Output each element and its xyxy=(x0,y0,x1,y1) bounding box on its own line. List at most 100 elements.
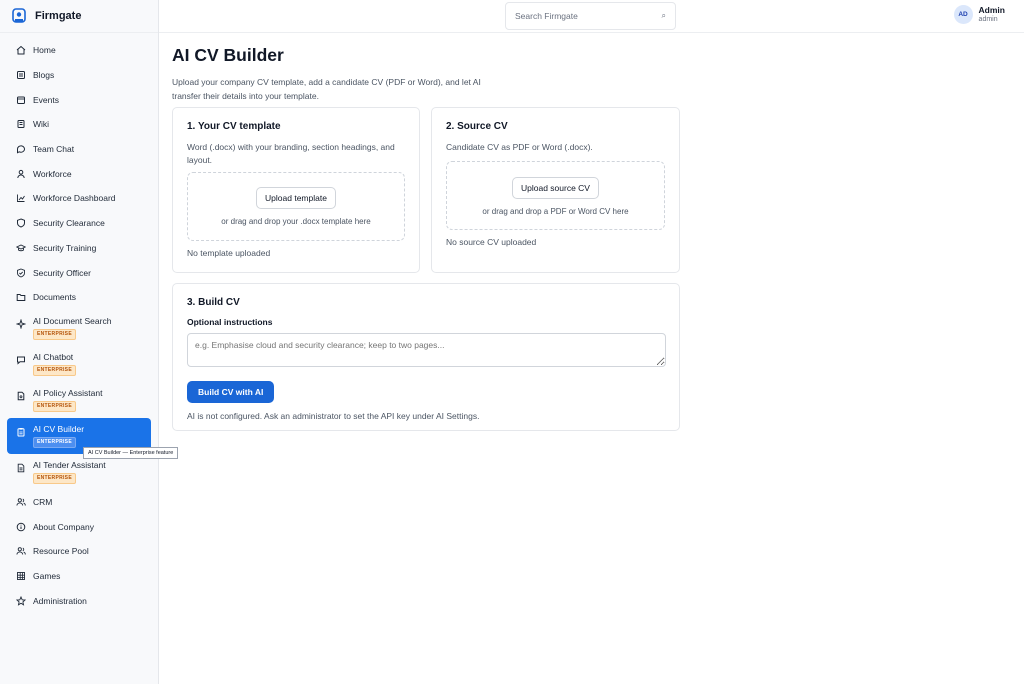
avatar: AD xyxy=(953,5,973,24)
sidebar-item-games[interactable]: Games xyxy=(7,564,151,589)
sidebar-item-label: Administration xyxy=(33,595,87,606)
source-card-title: 2. Source CV xyxy=(446,121,508,132)
sidebar-item-security-officer[interactable]: Security Officer xyxy=(7,260,151,285)
sidebar-item-label: Workforce Dashboard xyxy=(33,193,116,204)
sidebar-item-documents[interactable]: Documents xyxy=(7,285,151,310)
enterprise-badge: ENTERPRISE xyxy=(33,400,76,412)
source-status: No source CV uploaded xyxy=(446,236,537,247)
search-input[interactable]: Search Firmgate ⌕ xyxy=(505,2,676,30)
template-dropzone[interactable]: Upload template or drag and drop your .d… xyxy=(187,172,405,241)
person-icon xyxy=(16,169,26,179)
sidebar-item-events[interactable]: Events xyxy=(7,87,151,112)
main-content: AI CV Builder Upload your company CV tem… xyxy=(172,33,682,431)
sidebar-item-crm[interactable]: CRM xyxy=(7,490,151,515)
sidebar-item-home[interactable]: Home xyxy=(7,38,151,63)
template-card-title: 1. Your CV template xyxy=(187,121,281,132)
file-text-icon xyxy=(16,463,26,473)
clipboard-icon xyxy=(16,427,26,437)
instructions-textarea[interactable] xyxy=(187,333,666,367)
sidebar-item-label: About Company xyxy=(33,521,94,532)
users-icon xyxy=(16,546,26,556)
sidebar-item-about-company[interactable]: About Company xyxy=(7,514,151,539)
sidebar-item-ai-policy-assistant[interactable]: AI Policy Assistant ENTERPRISE xyxy=(7,382,151,418)
tooltip: AI CV Builder — Enterprise feature xyxy=(83,447,179,459)
source-dropzone-hint: or drag and drop a PDF or Word CV here xyxy=(482,206,629,216)
page-description: Upload your company CV template, add a c… xyxy=(172,77,481,101)
sidebar-item-security-clearance[interactable]: Security Clearance xyxy=(7,211,151,236)
template-dropzone-hint: or drag and drop your .docx template her… xyxy=(221,217,371,226)
calendar-icon xyxy=(16,95,26,105)
chat-icon xyxy=(16,144,26,154)
enterprise-badge: ENTERPRISE xyxy=(33,328,76,340)
sidebar-item-label: CRM xyxy=(33,496,53,507)
sidebar-item-label: Events xyxy=(33,94,59,105)
enterprise-badge: ENTERPRISE xyxy=(33,364,76,376)
page-title: AI CV Builder xyxy=(172,45,284,65)
upload-source-cv-button[interactable]: Upload source CV xyxy=(512,176,599,199)
source-card-description: Candidate CV as PDF or Word (.docx). xyxy=(446,142,593,152)
sidebar-item-label: AI Tender Assistant xyxy=(33,459,106,470)
sidebar-item-label: AI Chatbot xyxy=(33,351,74,362)
source-dropzone[interactable]: Upload source CV or drag and drop a PDF … xyxy=(446,160,665,230)
user-name: Admin xyxy=(978,5,1005,16)
sparkle-icon xyxy=(16,318,26,329)
sidebar-item-label: Security Officer xyxy=(33,267,91,278)
star-icon xyxy=(16,595,26,606)
sidebar-item-wiki[interactable]: Wiki xyxy=(7,112,151,137)
template-card: 1. Your CV template Word (.docx) with yo… xyxy=(172,107,420,273)
template-card-description: Word (.docx) with your branding, section… xyxy=(187,142,395,165)
sidebar-item-label: Games xyxy=(33,570,61,581)
topbar: Search Firmgate ⌕ AD Admin admin xyxy=(159,0,1024,33)
sidebar-item-label: Home xyxy=(33,45,56,56)
sidebar-item-label: Team Chat xyxy=(33,144,75,155)
sidebar-item-label: Documents xyxy=(33,292,76,303)
users-icon xyxy=(16,497,26,507)
sidebar-item-label: Blogs xyxy=(33,70,55,81)
message-icon xyxy=(16,355,26,365)
file-icon xyxy=(16,391,26,401)
shield-icon xyxy=(16,218,26,228)
sidebar-item-administration[interactable]: Administration xyxy=(7,588,151,613)
sidebar-item-ai-chatbot[interactable]: AI Chatbot ENTERPRISE xyxy=(7,346,151,382)
blog-icon xyxy=(16,70,26,80)
info-icon xyxy=(16,522,26,532)
ai-not-configured-note: AI is not configured. Ask an administrat… xyxy=(187,411,480,421)
sidebar-item-label: Security Clearance xyxy=(33,218,105,229)
instructions-label: Optional instructions xyxy=(187,317,273,327)
sidebar-item-security-training[interactable]: Security Training xyxy=(7,236,151,261)
sidebar-item-label: AI Policy Assistant xyxy=(33,387,103,398)
template-status: No template uploaded xyxy=(187,248,271,258)
user-menu[interactable]: AD Admin admin xyxy=(953,5,1005,24)
sidebar-item-label: Wiki xyxy=(33,119,50,130)
enterprise-badge: ENTERPRISE xyxy=(33,472,76,484)
sidebar-item-label: AI CV Builder xyxy=(33,423,85,434)
user-role: admin xyxy=(978,15,998,23)
sidebar-item-label: Security Training xyxy=(33,242,97,253)
upload-template-button[interactable]: Upload template xyxy=(256,187,336,209)
sidebar-item-label: AI Document Search xyxy=(33,315,112,326)
home-icon xyxy=(16,45,26,55)
build-cv-button[interactable]: Build CV with AI xyxy=(187,381,275,403)
folder-icon xyxy=(16,292,26,302)
sidebar-item-resource-pool[interactable]: Resource Pool xyxy=(7,539,151,564)
sidebar-item-workforce[interactable]: Workforce xyxy=(7,161,151,186)
source-card: 2. Source CV Candidate CV as PDF or Word… xyxy=(431,107,680,273)
grid-icon xyxy=(16,571,26,581)
build-card-title: 3. Build CV xyxy=(187,297,240,308)
chart-icon xyxy=(16,193,26,203)
brand-name: Firmgate xyxy=(35,10,82,22)
sidebar-item-blogs[interactable]: Blogs xyxy=(7,63,151,88)
enterprise-badge: ENTERPRISE xyxy=(33,436,76,448)
book-icon xyxy=(16,119,26,129)
sidebar-item-label: Workforce xyxy=(33,168,72,179)
firmgate-logo-icon xyxy=(12,8,26,24)
sidebar-item-workforce-dashboard[interactable]: Workforce Dashboard xyxy=(7,186,151,211)
sidebar-item-ai-document-search[interactable]: AI Document Search ENTERPRISE xyxy=(7,310,151,346)
sidebar-item-team-chat[interactable]: Team Chat xyxy=(7,137,151,162)
graduation-cap-icon xyxy=(16,243,26,253)
search-placeholder: Search Firmgate xyxy=(515,11,578,21)
search-icon: ⌕ xyxy=(661,11,666,20)
brand[interactable]: Firmgate xyxy=(0,0,158,33)
sidebar-item-label: Resource Pool xyxy=(33,546,89,557)
build-card: 3. Build CV Optional instructions Build … xyxy=(172,283,680,431)
